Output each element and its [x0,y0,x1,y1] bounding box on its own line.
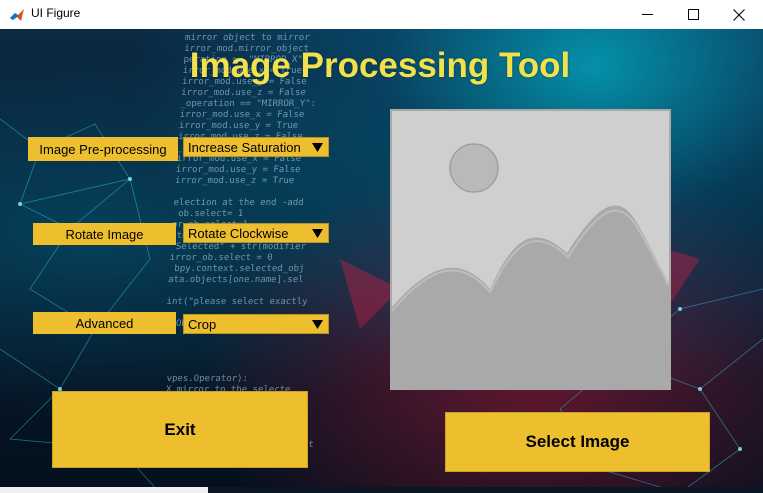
image-preview [390,109,671,390]
window-title: UI Figure [31,6,81,20]
title-bar: UI Figure [0,0,763,30]
rotate-selected-value: Rotate Clockwise [188,226,289,241]
image-placeholder-icon [392,111,669,388]
close-button[interactable] [716,0,762,29]
caret-down-icon [312,320,323,329]
ui-figure-window: UI Figure mirror object to mirror irror_… [0,0,763,493]
code-line: int("please select exactly [166,297,308,307]
close-icon [733,8,745,21]
code-line: vpes.Operator): [160,374,249,384]
maximize-button[interactable] [670,0,716,29]
minimize-button[interactable] [624,0,670,29]
preprocessing-label: Image Pre-processing [28,137,178,161]
preprocessing-selected-value: Increase Saturation [188,140,301,155]
matlab-icon [10,9,24,21]
bottom-edge [0,487,763,493]
rotate-dropdown[interactable]: Rotate Clockwise [183,223,329,243]
caret-down-icon [312,143,323,152]
app-title: Image Processing Tool [189,46,571,85]
advanced-dropdown[interactable]: Crop [183,314,329,334]
code-line: mirror object to mirror [184,33,311,43]
exit-button[interactable]: Exit [52,391,308,468]
minimize-icon [641,14,653,15]
advanced-label: Advanced [33,312,176,334]
preprocessing-dropdown[interactable]: Increase Saturation [183,137,329,157]
caret-down-icon [312,229,323,238]
advanced-selected-value: Crop [188,317,217,332]
select-image-button[interactable]: Select Image [445,412,710,472]
rotate-label: Rotate Image [33,223,176,245]
maximize-icon [687,9,699,20]
code-line: irror_mod.use_z = False [180,88,307,98]
figure-canvas: mirror object to mirror irror_mod.mirror_… [0,29,763,493]
